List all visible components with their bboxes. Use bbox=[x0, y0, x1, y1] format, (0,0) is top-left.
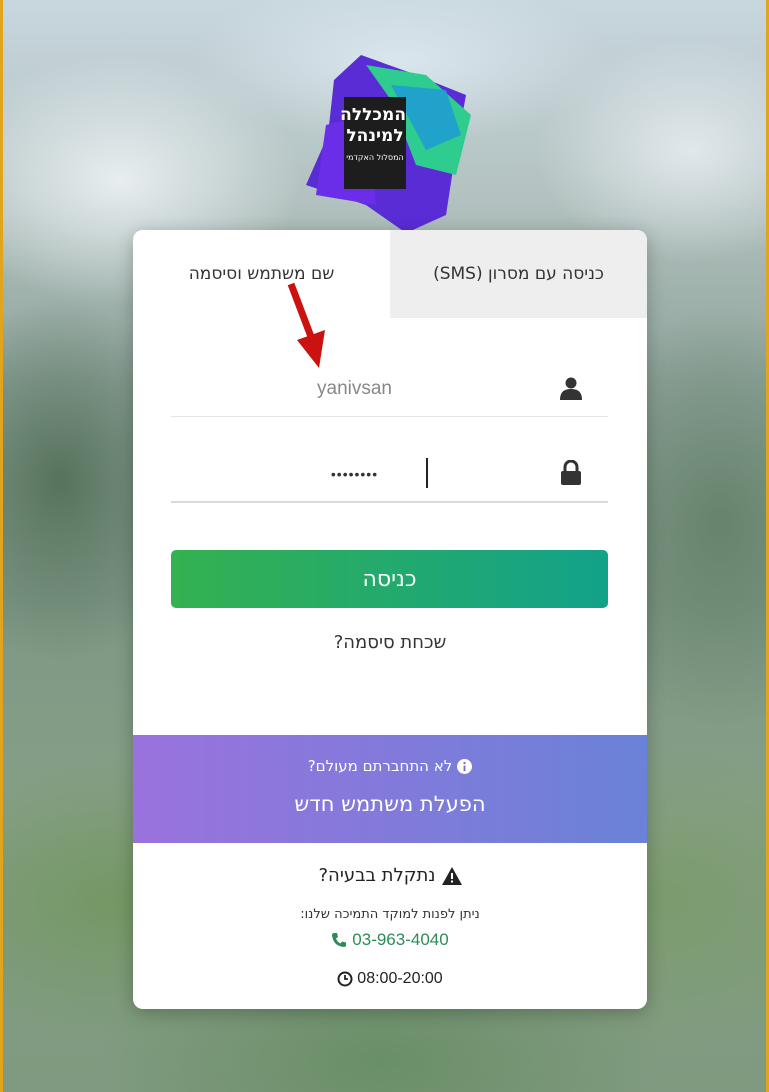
support-hours: 08:00-20:00 bbox=[357, 970, 443, 987]
text-caret bbox=[426, 458, 428, 488]
logo-line-2: למינהל bbox=[346, 126, 404, 146]
login-card: כניסה עם מסרון (SMS) שם משתמש וסיסמה כני… bbox=[133, 230, 647, 1009]
user-icon bbox=[534, 360, 608, 416]
phone-icon bbox=[332, 933, 347, 947]
warning-icon bbox=[441, 866, 462, 885]
lock-icon bbox=[534, 445, 608, 501]
activate-question: לא התחברתם מעולם? bbox=[307, 757, 453, 775]
logo-text-block: המכללה למינהל המסלול האקדמי bbox=[340, 97, 406, 189]
password-field bbox=[171, 445, 608, 503]
support-hours-row: 08:00-20:00 bbox=[133, 970, 647, 988]
password-input[interactable] bbox=[171, 445, 538, 503]
logo-line-1: המכללה bbox=[340, 105, 406, 125]
left-border bbox=[0, 0, 3, 1092]
activate-user-panel[interactable]: לא התחברתם מעולם? הפעלת משתמש חדש bbox=[133, 735, 647, 843]
logo-line-3: המסלול האקדמי bbox=[346, 153, 404, 162]
annotation-arrow bbox=[287, 282, 325, 368]
college-logo: המכללה למינהל המסלול האקדמי bbox=[306, 55, 476, 233]
clock-icon bbox=[337, 971, 353, 987]
trouble-heading: נתקלת בבעיה? bbox=[133, 865, 647, 886]
username-input[interactable] bbox=[171, 360, 538, 418]
username-field bbox=[171, 360, 608, 418]
tab-username-password[interactable]: שם משתמש וסיסמה bbox=[133, 230, 390, 318]
tab-sms-login[interactable]: כניסה עם מסרון (SMS) bbox=[390, 230, 647, 318]
login-button[interactable]: כניסה bbox=[171, 550, 608, 608]
trouble-label: נתקלת בבעיה? bbox=[318, 865, 436, 886]
activate-new-user-button[interactable]: הפעלת משתמש חדש bbox=[133, 792, 647, 816]
forgot-password-link[interactable]: שכחת סיסמה? bbox=[133, 632, 647, 653]
login-tabs: כניסה עם מסרון (SMS) שם משתמש וסיסמה bbox=[133, 230, 647, 318]
support-phone-row[interactable]: 03-963-4040 bbox=[133, 930, 647, 950]
activate-question-row: לא התחברתם מעולם? bbox=[133, 757, 647, 775]
info-icon bbox=[457, 758, 473, 774]
support-contact-text: ניתן לפנות למוקד התמיכה שלנו: bbox=[300, 907, 480, 922]
support-phone[interactable]: 03-963-4040 bbox=[352, 930, 448, 950]
